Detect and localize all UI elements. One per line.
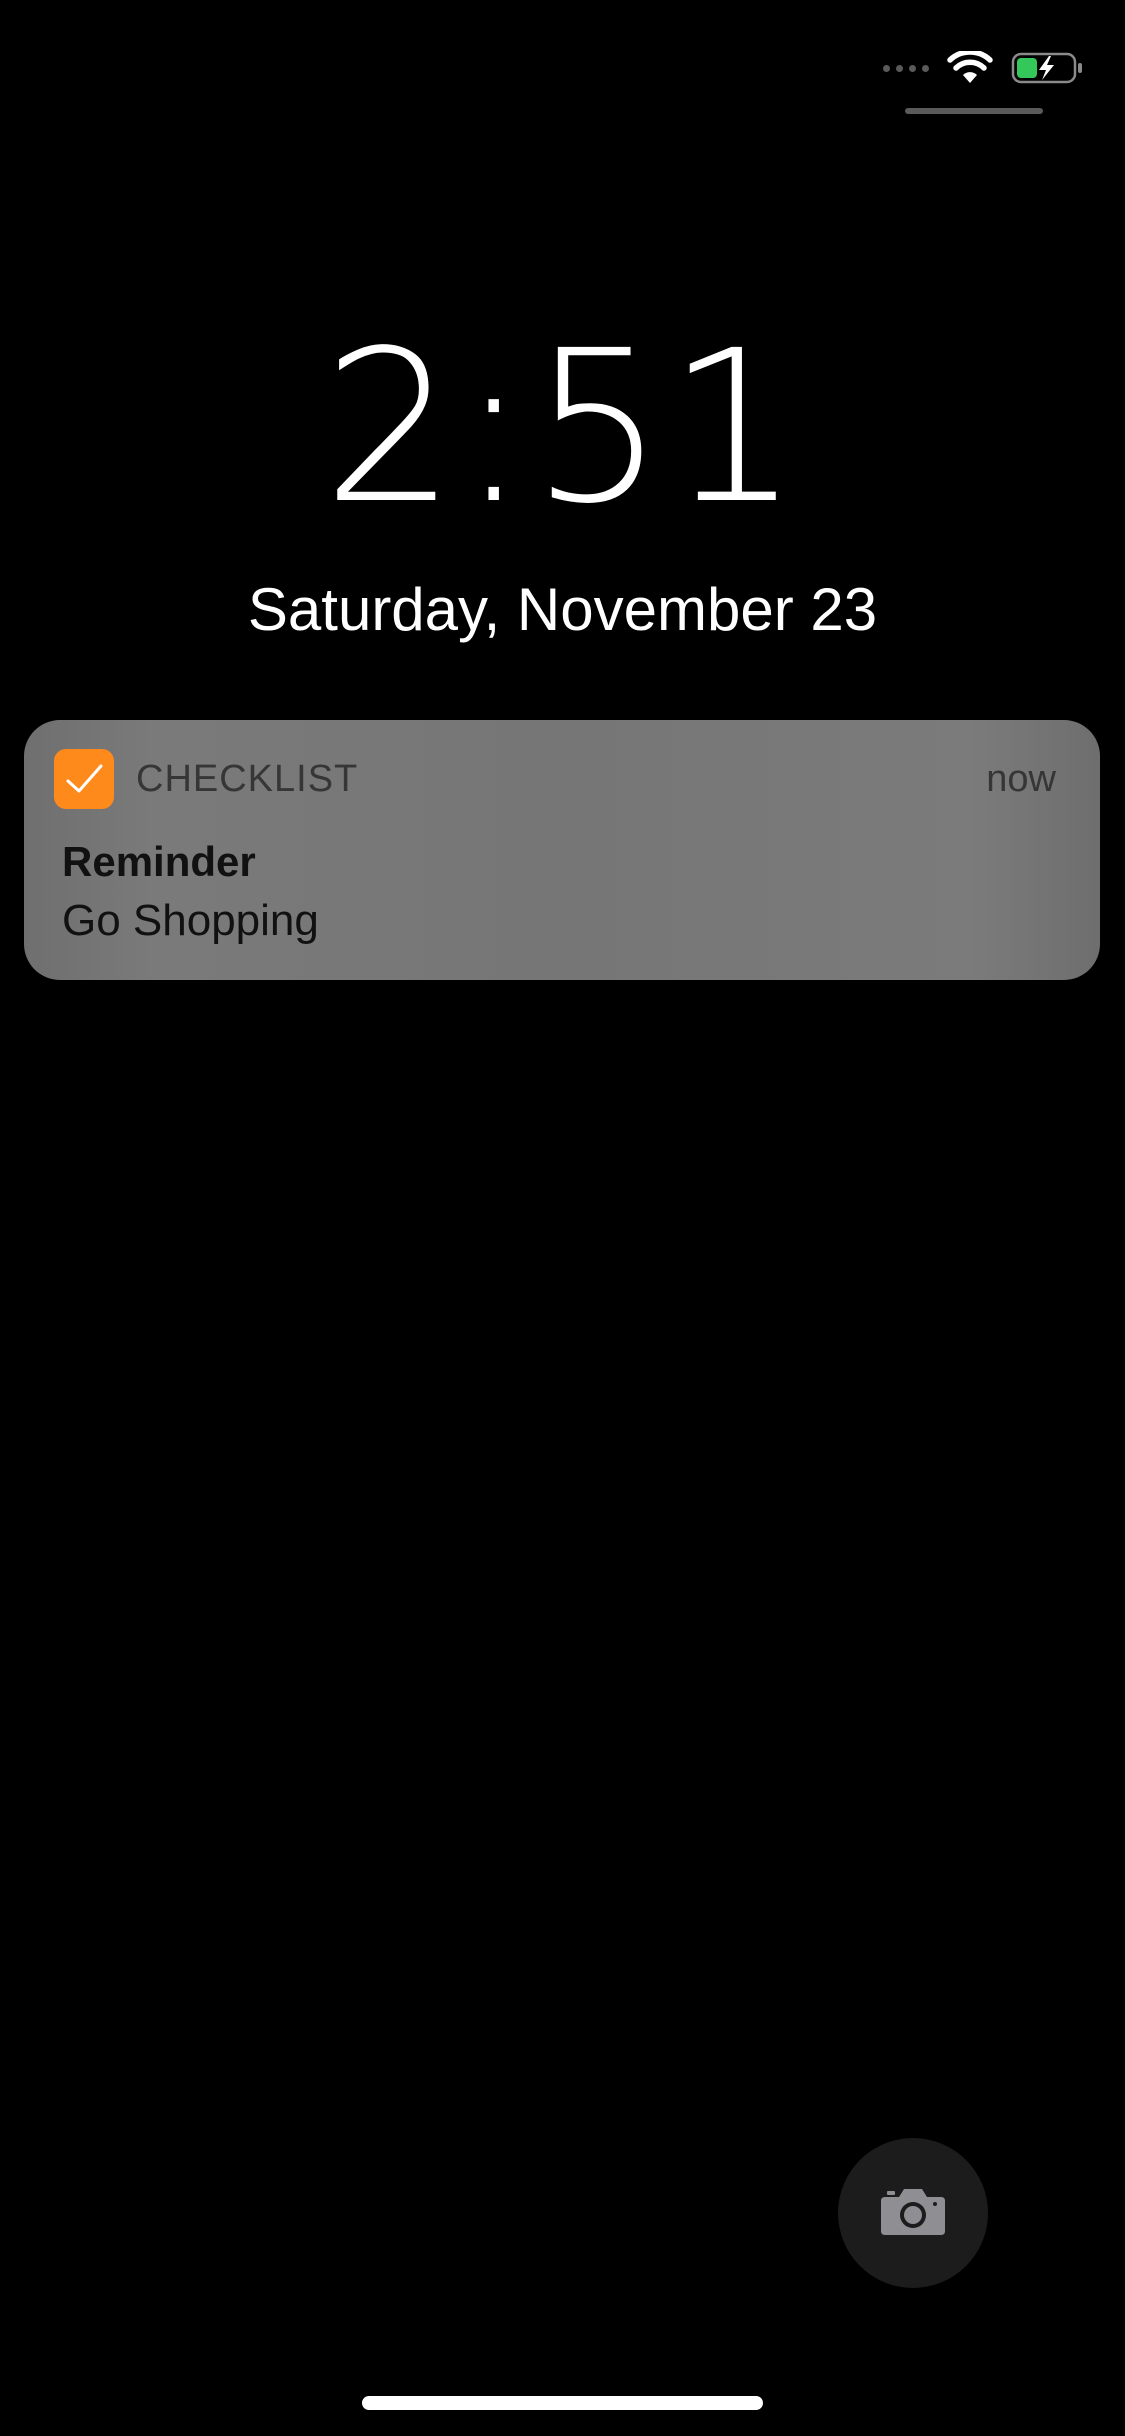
home-indicator[interactable] bbox=[362, 2396, 763, 2410]
notification-card[interactable]: CHECKLIST now Reminder Go Shopping bbox=[24, 720, 1100, 980]
lock-screen: 2:51 Saturday, November 23 CHECKLIST now… bbox=[0, 0, 1125, 2436]
cellular-signal-icon bbox=[883, 64, 929, 72]
battery-charging-icon bbox=[1011, 51, 1085, 85]
checkmark-icon bbox=[54, 749, 114, 809]
notification-title: Reminder bbox=[62, 838, 256, 885]
notification-app-name: CHECKLIST bbox=[136, 757, 359, 800]
lock-screen-date: Saturday, November 23 bbox=[247, 576, 878, 643]
camera-icon bbox=[879, 2185, 947, 2242]
notification-header: CHECKLIST now bbox=[54, 748, 1056, 810]
notification-body: Go Shopping bbox=[62, 896, 319, 945]
lock-screen-time: 2:51 bbox=[322, 305, 803, 550]
status-bar bbox=[883, 48, 1085, 88]
control-center-indicator[interactable] bbox=[905, 108, 1043, 114]
notification-time: now bbox=[986, 757, 1056, 800]
camera-button[interactable] bbox=[838, 2138, 988, 2288]
wifi-icon bbox=[947, 51, 993, 85]
